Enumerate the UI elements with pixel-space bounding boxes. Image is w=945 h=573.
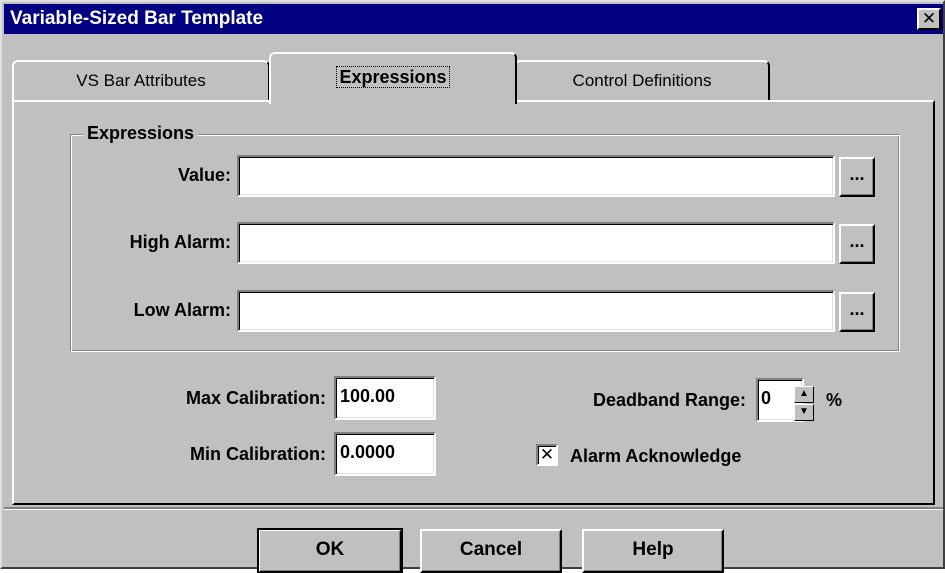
- tab-label: VS Bar Attributes: [76, 71, 206, 90]
- alarm-acknowledge-label[interactable]: Alarm Acknowledge: [570, 444, 741, 468]
- cancel-button[interactable]: Cancel: [420, 529, 562, 573]
- expressions-group: Expressions Value: ... High Alarm: ... L…: [70, 121, 900, 352]
- tab-label: Expressions: [336, 66, 450, 88]
- ok-button[interactable]: OK: [257, 528, 403, 573]
- value-input[interactable]: [237, 155, 835, 197]
- window-title: Variable-Sized Bar Template: [10, 8, 264, 29]
- close-button[interactable]: ✕: [917, 8, 941, 30]
- min-calibration-label: Min Calibration:: [190, 444, 326, 464]
- tab-control-definitions[interactable]: Control Definitions: [514, 60, 770, 102]
- cancel-button-label: Cancel: [459, 539, 523, 560]
- ellipsis-icon: ...: [849, 231, 865, 251]
- alarm-acknowledge-checkbox[interactable]: ✕: [536, 444, 558, 466]
- arrow-up-icon: ▲: [799, 388, 809, 399]
- deadband-range-label: Deadband Range:: [592, 390, 746, 410]
- spin-up-button[interactable]: ▲: [794, 386, 814, 403]
- tab-vs-bar-attributes[interactable]: VS Bar Attributes: [12, 60, 270, 102]
- spin-down-button[interactable]: ▼: [794, 404, 814, 421]
- tab-label: Control Definitions: [572, 71, 712, 90]
- button-bar: OK Cancel Help: [4, 507, 943, 573]
- ellipsis-icon: ...: [849, 164, 865, 184]
- low-alarm-browse-button[interactable]: ...: [839, 292, 875, 332]
- arrow-down-icon: ▼: [799, 406, 809, 417]
- group-title: Expressions: [83, 121, 199, 145]
- deadband-unit-label: %: [826, 390, 843, 410]
- check-icon: ✕: [539, 445, 555, 464]
- max-calibration-input[interactable]: 100.00: [334, 376, 436, 420]
- title-bar[interactable]: Variable-Sized Bar Template ✕: [4, 4, 943, 34]
- help-button-label: Help: [632, 539, 674, 560]
- value-label: Value:: [177, 165, 231, 185]
- help-button[interactable]: Help: [582, 529, 724, 573]
- high-alarm-label: High Alarm:: [129, 232, 231, 252]
- deadband-spinner[interactable]: ▲ ▼: [794, 386, 816, 422]
- value-browse-button[interactable]: ...: [839, 157, 875, 197]
- high-alarm-browse-button[interactable]: ...: [839, 224, 875, 264]
- tab-expressions[interactable]: Expressions: [269, 52, 517, 104]
- close-icon: ✕: [921, 9, 937, 28]
- dialog-window: Variable-Sized Bar Template ✕ VS Bar Att…: [0, 0, 945, 573]
- low-alarm-label: Low Alarm:: [133, 300, 231, 320]
- ok-button-label: OK: [315, 539, 345, 560]
- max-calibration-label: Max Calibration:: [185, 388, 326, 408]
- tab-page-expressions: Expressions Value: ... High Alarm: ... L…: [12, 100, 935, 505]
- high-alarm-input[interactable]: [237, 222, 835, 264]
- min-calibration-input[interactable]: 0.0000: [334, 432, 436, 476]
- ellipsis-icon: ...: [849, 299, 865, 319]
- low-alarm-input[interactable]: [237, 290, 835, 332]
